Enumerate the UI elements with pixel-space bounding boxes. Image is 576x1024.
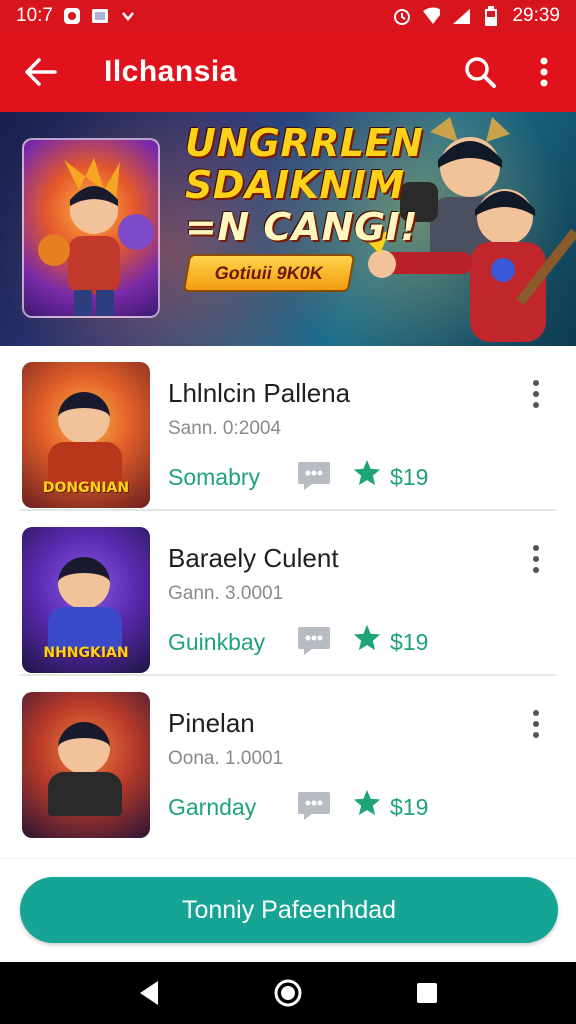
game-price: $19 bbox=[390, 629, 429, 655]
notification-icon bbox=[63, 7, 81, 25]
dropdown-icon bbox=[119, 7, 137, 25]
thumbnail-logo: DONGNIAN bbox=[42, 480, 130, 496]
nav-back-button[interactable] bbox=[129, 973, 169, 1013]
status-clock: 29:39 bbox=[512, 5, 560, 26]
back-button[interactable] bbox=[0, 32, 80, 112]
screenshot-icon bbox=[91, 7, 109, 25]
thumbnail-logo: NHNGKIAN bbox=[43, 645, 129, 661]
thumbnail-character bbox=[58, 392, 110, 444]
game-subtitle: Sann. 0:2004 bbox=[168, 418, 282, 439]
search-icon bbox=[465, 57, 496, 88]
game-title: Baraely Culent bbox=[168, 543, 339, 573]
game-price: $19 bbox=[390, 794, 429, 820]
game-subtitle: Gann. 3.0001 bbox=[168, 583, 284, 604]
status-bar: 10:7 29:39 bbox=[0, 0, 576, 32]
chat-bubble-icon[interactable] bbox=[296, 458, 332, 492]
game-category: Garnday bbox=[168, 794, 257, 820]
signal-icon bbox=[452, 7, 471, 25]
list-item[interactable]: Pinelan Oona. 1.0001 Garnday $19 bbox=[20, 676, 556, 841]
list-item[interactable]: DONGNIAN Lhlnlcin Pallena Sann. 0:2004 S… bbox=[20, 346, 556, 511]
star-icon bbox=[353, 624, 381, 651]
game-thumbnail: NHNGKIAN bbox=[22, 527, 150, 673]
thumbnail-character bbox=[58, 722, 110, 774]
nav-home-button[interactable] bbox=[268, 973, 308, 1013]
game-title: Pinelan bbox=[168, 708, 255, 738]
nav-recents-icon bbox=[416, 983, 437, 1003]
star-icon bbox=[353, 459, 381, 486]
list-item[interactable]: NHNGKIAN Baraely Culent Gann. 3.0001 Gui… bbox=[20, 511, 556, 676]
banner-line-3: =N CANGI! bbox=[185, 205, 419, 249]
game-list: DONGNIAN Lhlnlcin Pallena Sann. 0:2004 S… bbox=[0, 346, 576, 841]
star-icon bbox=[353, 789, 381, 816]
item-overflow-menu-icon[interactable] bbox=[522, 704, 550, 744]
banner-line-2: SDAIKNIM bbox=[185, 163, 405, 207]
bottom-action-area: Tonniy Pafeenhdad bbox=[0, 858, 576, 962]
overflow-menu-button[interactable] bbox=[512, 32, 576, 112]
banner-badge: Gotiuii 9K0K bbox=[182, 254, 356, 292]
alarm-icon bbox=[392, 7, 411, 25]
back-arrow-icon bbox=[25, 58, 57, 86]
nav-recents-button[interactable] bbox=[407, 973, 447, 1013]
item-overflow-menu-icon[interactable] bbox=[522, 539, 550, 579]
nav-home-icon bbox=[274, 979, 302, 1007]
wifi-icon bbox=[422, 7, 441, 25]
app-bar: Ilchansia bbox=[0, 32, 576, 112]
system-navigation-bar bbox=[0, 962, 576, 1024]
game-subtitle: Oona. 1.0001 bbox=[168, 748, 284, 769]
game-category: Guinkbay bbox=[168, 629, 266, 655]
overflow-menu-icon bbox=[540, 57, 548, 87]
chat-bubble-icon[interactable] bbox=[296, 623, 332, 657]
nav-back-icon bbox=[140, 981, 159, 1005]
game-thumbnail: DONGNIAN bbox=[22, 362, 150, 508]
chat-bubble-icon[interactable] bbox=[296, 788, 332, 822]
page-title: Ilchansia bbox=[104, 55, 237, 88]
item-overflow-menu-icon[interactable] bbox=[522, 374, 550, 414]
featured-banner[interactable]: UNGRRLEN SDAIKNIM =N CANGI! Gotiuii 9K0K bbox=[0, 112, 576, 346]
thumbnail-character-body bbox=[48, 772, 122, 816]
status-time: 10:7 bbox=[16, 5, 53, 26]
search-button[interactable] bbox=[448, 32, 512, 112]
banner-headline: UNGRRLEN SDAIKNIM =N CANGI! bbox=[185, 122, 423, 248]
primary-action-button[interactable]: Tonniy Pafeenhdad bbox=[20, 877, 558, 943]
game-title: Lhlnlcin Pallena bbox=[168, 378, 351, 408]
game-thumbnail bbox=[22, 692, 150, 838]
banner-line-1: UNGRRLEN bbox=[185, 121, 424, 165]
game-price: $19 bbox=[390, 464, 429, 490]
thumbnail-character bbox=[58, 557, 110, 609]
battery-icon bbox=[482, 6, 500, 26]
game-category: Somabry bbox=[168, 464, 261, 490]
